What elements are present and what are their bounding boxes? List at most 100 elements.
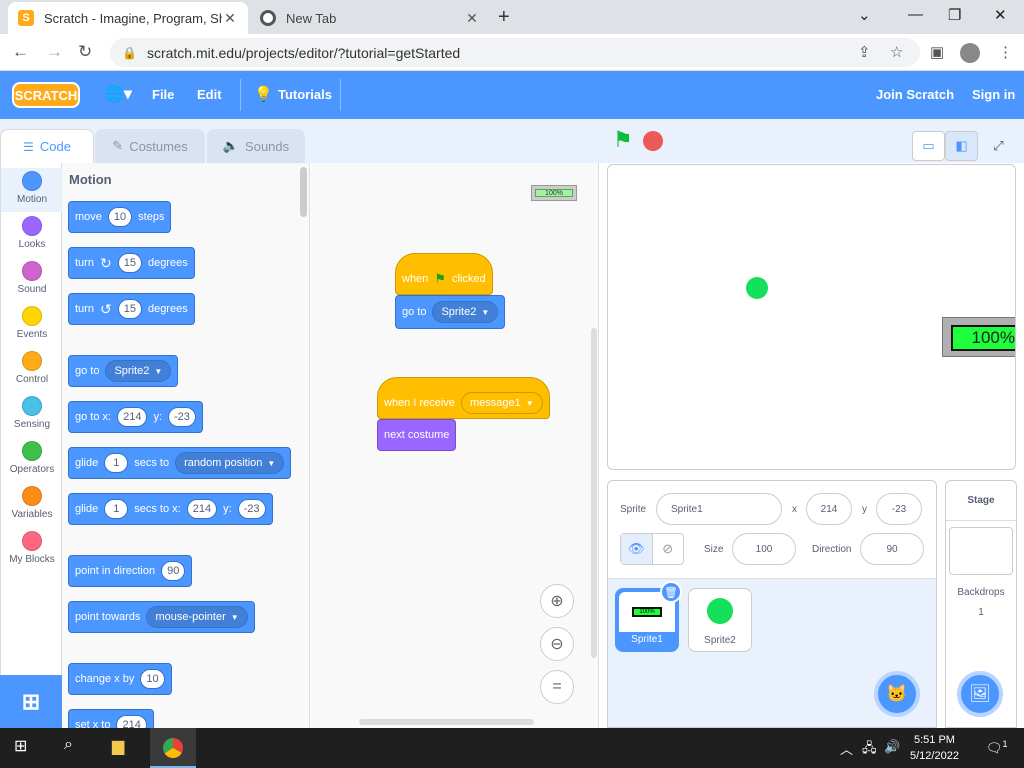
backdrop-thumbnail[interactable] xyxy=(949,527,1013,575)
size-input[interactable]: 100 xyxy=(732,533,796,565)
y-input[interactable]: -23 xyxy=(876,493,922,525)
block-number-input[interactable]: 90 xyxy=(161,561,186,581)
choose-sprite-button[interactable]: 🐱 xyxy=(874,671,920,717)
browser-tab-new[interactable]: New Tab ✕ xyxy=(250,2,490,34)
tab-sounds[interactable]: 🔈 Sounds xyxy=(207,129,305,163)
block-number-input[interactable]: 10 xyxy=(140,669,165,689)
sprite-thumb-sprite2[interactable]: Sprite2 xyxy=(688,588,752,652)
file-menu[interactable]: File xyxy=(152,87,174,102)
block-number-input[interactable]: 1 xyxy=(104,499,129,519)
zoom-out-button[interactable]: ⊖ xyxy=(540,627,574,661)
script-area[interactable]: 100% when ⚑ clicked go to Sprite2 ▼ when … xyxy=(311,163,599,728)
block-number-input[interactable]: -23 xyxy=(168,407,196,427)
bookmark-star-icon[interactable]: ☆ xyxy=(890,43,903,61)
join-scratch-link[interactable]: Join Scratch xyxy=(876,87,954,102)
block-dropdown[interactable]: mouse-pointer ▼ xyxy=(146,606,248,628)
url-field[interactable]: 🔒 scratch.mit.edu/projects/editor/?tutor… xyxy=(110,38,920,67)
globe-language-icon[interactable]: 🌐▾ xyxy=(104,84,132,104)
block-dropdown[interactable]: message1 ▼ xyxy=(460,392,543,414)
minimize-icon[interactable]: — xyxy=(908,6,923,23)
sprite-name-input[interactable]: Sprite1 xyxy=(656,493,782,525)
search-icon[interactable]: ⌕ xyxy=(64,736,73,754)
block-glide-to[interactable]: glide 1 secs to random position ▼ xyxy=(68,447,292,479)
green-ball-sprite[interactable] xyxy=(746,277,768,299)
script-when-flag-clicked[interactable]: when ⚑ clicked xyxy=(395,253,493,295)
block-turn-right[interactable]: turn ↻ 15 degrees xyxy=(68,247,195,279)
category-sound[interactable]: Sound xyxy=(1,261,63,295)
green-flag-icon[interactable]: ⚑ xyxy=(613,127,633,153)
close-tab-icon[interactable]: ✕ xyxy=(222,10,238,27)
add-extension-button[interactable]: ⊞ xyxy=(0,675,62,728)
palette-scrollbar[interactable] xyxy=(300,167,307,217)
new-tab-icon[interactable]: + xyxy=(498,6,510,29)
script-vertical-scrollbar[interactable] xyxy=(591,328,597,658)
script-horizontal-scrollbar[interactable] xyxy=(359,719,534,725)
block-set-x[interactable]: set x to 214 xyxy=(68,709,154,728)
browser-tab-scratch[interactable]: S Scratch - Imagine, Program, Shar ✕ xyxy=(8,2,248,34)
category-operators[interactable]: Operators xyxy=(1,441,63,475)
block-point-in-direction[interactable]: point in direction 90 xyxy=(68,555,193,587)
category-control[interactable]: Control xyxy=(1,351,63,385)
category-motion[interactable]: Motion xyxy=(1,168,63,212)
block-number-input[interactable]: 1 xyxy=(104,453,129,473)
tab-search-chevron-icon[interactable]: ⌄ xyxy=(858,6,871,24)
tab-costumes[interactable]: ✎ Costumes xyxy=(95,129,205,163)
block-number-input[interactable]: -23 xyxy=(237,499,266,519)
share-icon[interactable]: ⇪ xyxy=(858,43,871,61)
category-looks[interactable]: Looks xyxy=(1,216,63,250)
show-eye-icon[interactable]: 👁 xyxy=(621,534,653,564)
reload-icon[interactable]: ↻ xyxy=(78,42,92,62)
network-icon[interactable]: 🖧 xyxy=(862,739,877,761)
block-glide-to-xy[interactable]: glide 1 secs to x: 214 y: -23 xyxy=(68,493,273,525)
forward-arrow-icon[interactable]: → xyxy=(46,42,63,62)
sign-in-link[interactable]: Sign in xyxy=(972,87,1015,102)
tab-code[interactable]: ☰ Code xyxy=(0,129,94,163)
block-change-x[interactable]: change x by 10 xyxy=(68,663,172,695)
side-panel-icon[interactable]: ▣ xyxy=(930,43,944,61)
tray-chevron-up-icon[interactable]: ︿ xyxy=(840,739,853,758)
close-window-icon[interactable]: ✕ xyxy=(994,6,1007,24)
zoom-reset-button[interactable]: = xyxy=(540,670,574,704)
delete-sprite-button[interactable]: 🗑 xyxy=(660,581,682,603)
zoom-in-button[interactable]: ⊕ xyxy=(540,584,574,618)
hide-eye-icon[interactable]: ⊘ xyxy=(653,534,684,564)
x-input[interactable]: 214 xyxy=(806,493,852,525)
category-sensing[interactable]: Sensing xyxy=(1,396,63,430)
block-number-input[interactable]: 15 xyxy=(117,299,142,319)
block-go-to[interactable]: go to Sprite2 ▼ xyxy=(68,355,179,387)
normal-stage-button[interactable]: ◧ xyxy=(945,131,978,161)
profile-avatar-icon[interactable] xyxy=(960,43,980,63)
block-number-input[interactable]: 214 xyxy=(116,715,147,728)
block-dropdown[interactable]: Sprite2 ▼ xyxy=(432,301,499,323)
block-number-input[interactable]: 214 xyxy=(186,499,218,519)
chrome-taskbar-button[interactable] xyxy=(150,728,196,768)
file-explorer-icon[interactable]: ▆ xyxy=(112,736,124,756)
block-turn-left[interactable]: turn ↺ 15 degrees xyxy=(68,293,195,325)
windows-start-icon[interactable]: ⊞ xyxy=(14,736,27,756)
stage-canvas[interactable]: 100% xyxy=(607,164,1016,470)
scratch-logo[interactable]: SCRATCH xyxy=(12,82,80,108)
close-tab-icon[interactable]: ✕ xyxy=(464,10,480,27)
block-go-to-xy[interactable]: go to x: 214 y: -23 xyxy=(68,401,203,433)
tutorials-button[interactable]: Tutorials xyxy=(278,87,332,102)
script-when-i-receive[interactable]: when I receive message1 ▼ xyxy=(377,377,550,419)
restore-icon[interactable]: ❐ xyxy=(948,6,961,24)
volume-icon[interactable]: 🔊 xyxy=(884,739,900,755)
small-stage-button[interactable]: ▭ xyxy=(912,131,945,161)
block-move-steps[interactable]: move 10 steps xyxy=(68,201,172,233)
more-menu-icon[interactable]: ⋮ xyxy=(998,43,1013,61)
fullscreen-button[interactable]: ⤢ xyxy=(982,131,1015,161)
block-number-input[interactable]: 214 xyxy=(117,407,148,427)
stage-selector[interactable]: Stage Backdrops 1 🖼 xyxy=(945,480,1017,728)
block-point-towards[interactable]: point towards mouse-pointer ▼ xyxy=(68,601,255,633)
block-dropdown[interactable]: Sprite2 ▼ xyxy=(105,360,172,382)
back-arrow-icon[interactable]: ← xyxy=(12,42,29,62)
category-variables[interactable]: Variables xyxy=(1,486,63,520)
block-dropdown[interactable]: random position ▼ xyxy=(175,452,285,474)
block-number-input[interactable]: 10 xyxy=(107,207,133,227)
script-next-costume[interactable]: next costume xyxy=(377,419,457,451)
category-events[interactable]: Events xyxy=(1,306,63,340)
edit-menu[interactable]: Edit xyxy=(197,87,222,102)
direction-input[interactable]: 90 xyxy=(860,533,924,565)
taskbar-clock[interactable]: 5:51 PM 5/12/2022 xyxy=(910,732,959,764)
